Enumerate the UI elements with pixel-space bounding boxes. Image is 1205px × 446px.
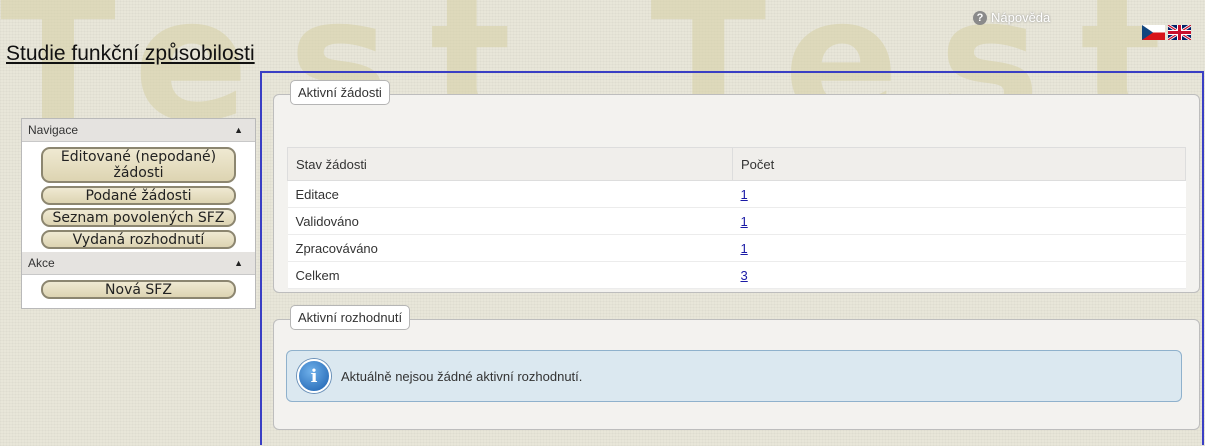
language-switcher xyxy=(1142,25,1191,40)
row-state: Editace xyxy=(287,180,733,208)
info-message: i Aktuálně nejsou žádné aktivní rozhodnu… xyxy=(286,350,1182,402)
row-state: Zpracováváno xyxy=(287,234,733,262)
help-label: Nápověda xyxy=(991,10,1051,25)
caret-up-icon[interactable]: ▲ xyxy=(234,258,243,268)
row-state: Validováno xyxy=(287,207,733,235)
czech-flag-icon[interactable] xyxy=(1142,25,1165,40)
info-circle-icon: i xyxy=(297,359,331,393)
row-count-link[interactable]: 3 xyxy=(741,268,748,283)
active-requests-legend: Aktivní žádosti xyxy=(290,80,390,105)
new-sfz-button[interactable]: Nová SFZ xyxy=(41,280,236,299)
page-title[interactable]: Studie funkční způsobilosti xyxy=(6,42,255,66)
row-count-link[interactable]: 1 xyxy=(741,241,748,256)
sidebar-section-label: Navigace xyxy=(28,123,79,137)
active-requests-table: Stav žádosti Počet Editace 1 Validováno … xyxy=(287,147,1186,289)
active-decisions-legend: Aktivní rozhodnutí xyxy=(290,305,411,330)
sidebar-item-vydana-rozhodnuti[interactable]: Vydaná rozhodnutí xyxy=(41,230,236,249)
sidebar-section-navigace[interactable]: Navigace ▲ xyxy=(22,119,255,142)
help-link[interactable]: ? Nápověda xyxy=(973,10,1050,25)
row-count-link[interactable]: 1 xyxy=(741,187,748,202)
table-row: Editace 1 xyxy=(287,180,1186,208)
column-header-state: Stav žádosti xyxy=(287,147,733,181)
sidebar-item-seznam-sfz[interactable]: Seznam povolených SFZ xyxy=(41,208,236,227)
row-state: Celkem xyxy=(287,261,733,289)
main-content: Aktivní žádosti Stav žádosti Počet Edita… xyxy=(260,71,1204,445)
sidebar-section-akce[interactable]: Akce ▲ xyxy=(22,252,255,275)
table-row: Zpracováváno 1 xyxy=(287,234,1186,262)
table-row: Validováno 1 xyxy=(287,207,1186,235)
sidebar-item-editovane[interactable]: Editované (nepodané) žádosti xyxy=(41,147,236,183)
table-row: Celkem 3 xyxy=(287,261,1186,289)
row-count-link[interactable]: 1 xyxy=(741,214,748,229)
caret-up-icon[interactable]: ▲ xyxy=(234,125,243,135)
active-requests-panel: Aktivní žádosti Stav žádosti Počet Edita… xyxy=(273,80,1200,293)
active-decisions-panel: Aktivní rozhodnutí i Aktuálně nejsou žád… xyxy=(273,305,1200,430)
sidebar: Navigace ▲ Editované (nepodané) žádosti … xyxy=(21,118,256,309)
uk-flag-icon[interactable] xyxy=(1168,25,1191,40)
info-message-text: Aktuálně nejsou žádné aktivní rozhodnutí… xyxy=(341,368,583,384)
sidebar-section-label: Akce xyxy=(28,256,55,270)
column-header-count: Počet xyxy=(732,147,1186,181)
help-circle-icon: ? xyxy=(973,10,987,25)
sidebar-item-podane[interactable]: Podané žádosti xyxy=(41,186,236,205)
